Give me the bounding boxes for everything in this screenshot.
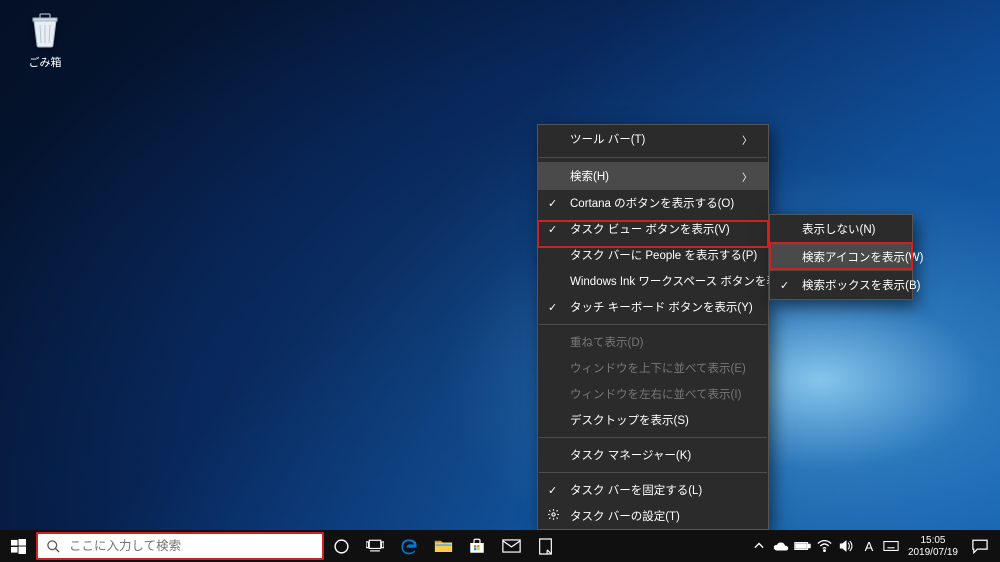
- tray-battery[interactable]: [792, 530, 814, 562]
- taskbar-search-box[interactable]: [36, 532, 324, 560]
- chevron-up-icon: [754, 542, 764, 550]
- submenu-show-box[interactable]: ✓ 検索ボックスを表示(B): [770, 271, 912, 299]
- search-submenu: 表示しない(N) 検索アイコンを表示(W) ✓ 検索ボックスを表示(B): [769, 214, 913, 300]
- trash-icon: [24, 8, 66, 50]
- check-icon: ✓: [548, 301, 557, 314]
- check-icon: ✓: [548, 484, 557, 497]
- menu-separator: [539, 437, 767, 438]
- menu-show-desktop[interactable]: デスクトップを表示(S): [538, 407, 768, 433]
- edge-button[interactable]: [392, 530, 426, 562]
- submenu-hidden[interactable]: 表示しない(N): [770, 215, 912, 243]
- folder-icon: [434, 538, 453, 554]
- search-input[interactable]: [69, 539, 314, 553]
- menu-people[interactable]: タスク バーに People を表示する(P): [538, 242, 768, 268]
- task-view-button[interactable]: [358, 530, 392, 562]
- menu-separator: [539, 324, 767, 325]
- check-icon: ✓: [548, 197, 557, 210]
- check-icon: ✓: [780, 279, 789, 292]
- menu-stack-vertical: ウィンドウを上下に並べて表示(E): [538, 355, 768, 381]
- store-button[interactable]: [460, 530, 494, 562]
- mail-icon: [502, 539, 521, 553]
- menu-taskview-button[interactable]: ✓ タスク ビュー ボタンを表示(V): [538, 216, 768, 242]
- tray-ime[interactable]: A: [858, 530, 880, 562]
- tray-network[interactable]: [814, 530, 836, 562]
- clock-date: 2019/07/19: [908, 547, 958, 560]
- tray-overflow[interactable]: [748, 530, 770, 562]
- tray-volume[interactable]: [836, 530, 858, 562]
- action-center-button[interactable]: [966, 530, 994, 562]
- battery-icon: [794, 541, 811, 551]
- recycle-bin-icon[interactable]: ごみ箱: [14, 8, 76, 70]
- notification-icon: [972, 539, 988, 554]
- store-icon: [468, 537, 486, 555]
- menu-taskbar-settings[interactable]: タスク バーの設定(T): [538, 503, 768, 529]
- taskview-icon: [366, 539, 384, 553]
- file-explorer-button[interactable]: [426, 530, 460, 562]
- menu-cascade: 重ねて表示(D): [538, 329, 768, 355]
- start-button[interactable]: [0, 530, 36, 562]
- tray-onedrive[interactable]: [770, 530, 792, 562]
- edge-icon: [399, 536, 419, 556]
- desktop[interactable]: ごみ箱 ツール バー(T) 〉 検索(H) 〉 ✓ Cortana のボタンを表…: [0, 0, 1000, 562]
- menu-toolbar[interactable]: ツール バー(T) 〉: [538, 125, 768, 153]
- check-icon: ✓: [548, 223, 557, 236]
- chevron-right-icon: 〉: [722, 132, 752, 147]
- menu-touch-keyboard[interactable]: ✓ タッチ キーボード ボタンを表示(Y): [538, 294, 768, 320]
- taskbar-clock[interactable]: 15:05 2019/07/19: [902, 533, 966, 560]
- search-icon: [46, 539, 61, 554]
- note-icon: [538, 538, 553, 555]
- windows-icon: [11, 539, 26, 554]
- cortana-button[interactable]: [324, 530, 358, 562]
- menu-task-manager[interactable]: タスク マネージャー(K): [538, 442, 768, 468]
- system-tray: A 15:05 2019/07/19: [748, 530, 1000, 562]
- submenu-show-icon[interactable]: 検索アイコンを表示(W): [770, 243, 912, 271]
- menu-search[interactable]: 検索(H) 〉: [538, 162, 768, 190]
- menu-separator: [539, 157, 767, 158]
- note-button[interactable]: [528, 530, 562, 562]
- tray-input-indicator[interactable]: [880, 530, 902, 562]
- taskbar-context-menu: ツール バー(T) 〉 検索(H) 〉 ✓ Cortana のボタンを表示する(…: [537, 124, 769, 530]
- speaker-icon: [839, 539, 854, 553]
- recycle-bin-label: ごみ箱: [14, 54, 76, 70]
- clock-time: 15:05: [908, 535, 958, 548]
- menu-ink-workspace[interactable]: Windows Ink ワークスペース ボタンを表示(W): [538, 268, 768, 294]
- taskbar: A 15:05 2019/07/19: [0, 530, 1000, 562]
- mail-button[interactable]: [494, 530, 528, 562]
- menu-separator: [539, 472, 767, 473]
- wifi-icon: [817, 540, 832, 552]
- cloud-icon: [773, 541, 789, 552]
- menu-stack-horizontal: ウィンドウを左右に並べて表示(I): [538, 381, 768, 407]
- menu-cortana-button[interactable]: ✓ Cortana のボタンを表示する(O): [538, 190, 768, 216]
- cortana-icon: [333, 538, 350, 555]
- keyboard-icon: [883, 540, 899, 552]
- menu-lock-taskbar[interactable]: ✓ タスク バーを固定する(L): [538, 477, 768, 503]
- gear-icon: [547, 508, 560, 524]
- chevron-right-icon: 〉: [722, 169, 752, 184]
